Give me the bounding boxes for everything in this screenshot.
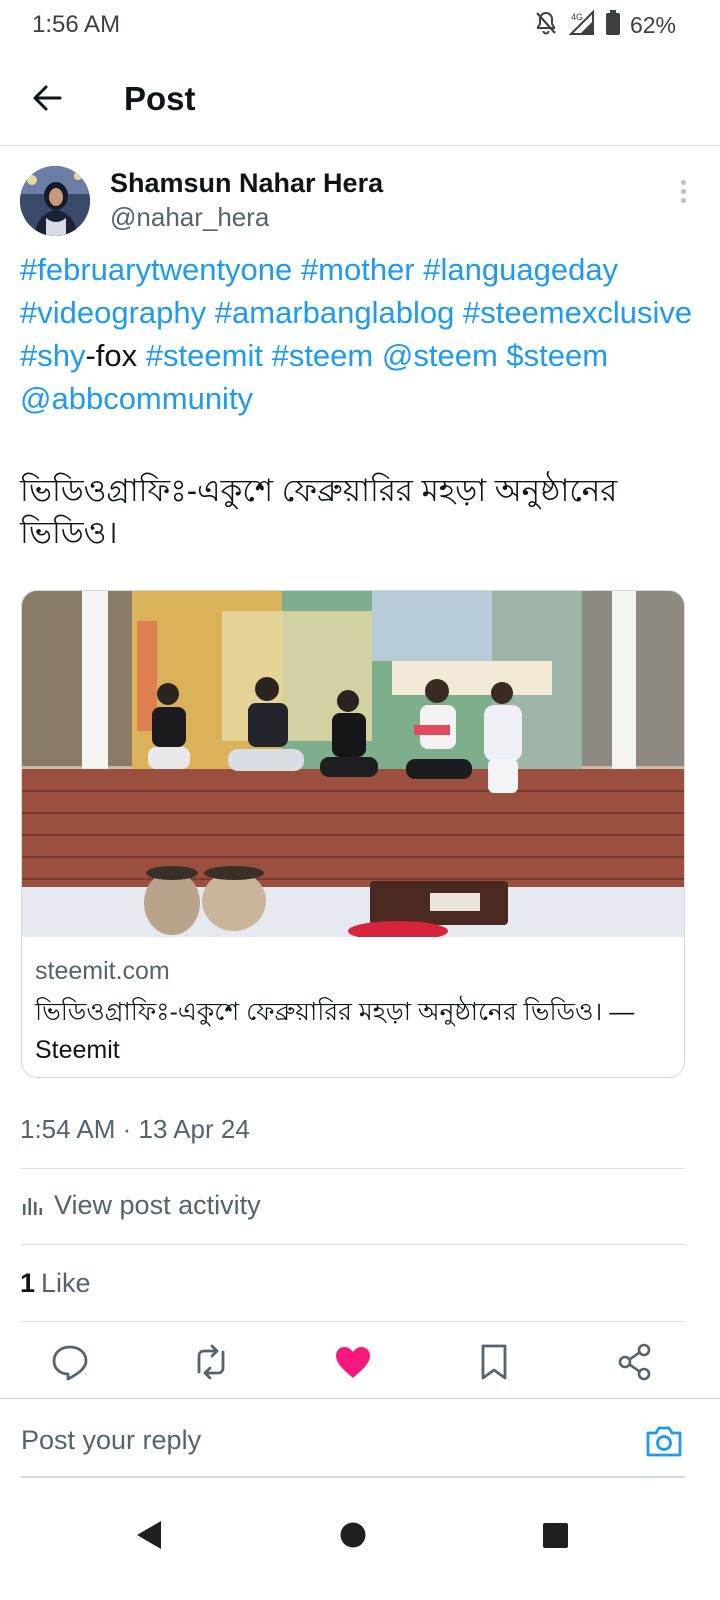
view-post-activity-button[interactable]: View post activity (20, 1190, 261, 1221)
battery-percent: 62% (629, 12, 676, 38)
post-text: #februarytwentyone #mother #languageday … (20, 248, 710, 420)
hashtag-link[interactable]: #videography (20, 295, 206, 330)
reply-composer: Post your reply (0, 1398, 720, 1478)
reply-input[interactable]: Post your reply (21, 1425, 201, 1456)
hashtag-link[interactable]: #steem (272, 338, 374, 373)
like-count-number: 1 (20, 1268, 36, 1298)
mute-icon (534, 10, 558, 41)
back-button[interactable] (28, 78, 68, 118)
top-app-bar: Post (0, 50, 720, 146)
post-actions (0, 1340, 720, 1390)
like-count-label: Like (41, 1268, 91, 1298)
reply-input-underline (21, 1476, 685, 1478)
share-icon (618, 1343, 651, 1381)
reply-icon (52, 1345, 88, 1381)
hashtag-link[interactable]: #shy (20, 338, 85, 373)
link-preview-image (22, 591, 684, 937)
divider (20, 1244, 685, 1245)
nav-back-button[interactable] (125, 1510, 175, 1560)
hashtag-link[interactable]: #mother (301, 252, 415, 287)
link-preview-card[interactable]: steemit.com ভিডিওগ্রাফিঃ-একুশে ফেব্রুয়া… (21, 590, 685, 1078)
square-recents-icon (543, 1523, 568, 1548)
more-vertical-icon (676, 180, 690, 203)
post-text-fragment: -fox (85, 338, 146, 373)
hashtag-link[interactable]: #languageday (423, 252, 618, 287)
post-text-fragment (263, 338, 272, 373)
post-text-fragment (454, 295, 463, 330)
post-timestamp[interactable]: 1:54 AM · 13 Apr 24 (20, 1114, 250, 1145)
post-text-fragment (373, 338, 382, 373)
author-handle[interactable]: @nahar_hera (110, 202, 269, 233)
link-card-title: ভিডিওগ্রাফিঃ-একুশে ফেব্রুয়ারির মহড়া অন… (35, 998, 635, 1064)
like-count[interactable]: 1 Like (20, 1268, 91, 1299)
triangle-back-icon (137, 1521, 161, 1549)
repost-icon (197, 1344, 225, 1380)
avatar[interactable] (20, 166, 90, 236)
share-button[interactable] (613, 1340, 657, 1384)
hashtag-link[interactable]: @steem (382, 338, 498, 373)
reply-button[interactable] (48, 1340, 92, 1384)
divider (20, 1168, 685, 1169)
more-options-button[interactable] (676, 180, 690, 210)
hashtag-link[interactable]: #februarytwentyone (20, 252, 292, 287)
divider (20, 1321, 685, 1322)
arrow-left-icon (33, 85, 62, 111)
post-text-fragment (206, 295, 215, 330)
author-name[interactable]: Shamsun Nahar Hera (110, 168, 383, 199)
signal-icon: 4G (568, 9, 596, 41)
status-icons: 4G 62% (534, 9, 676, 41)
post-author: Shamsun Nahar Hera @nahar_hera (20, 166, 700, 238)
post-text-fragment (292, 252, 301, 287)
system-navigation-bar (0, 1490, 720, 1600)
post-text-fragment (415, 252, 424, 287)
battery-icon (605, 10, 620, 41)
bookmark-button[interactable] (472, 1340, 516, 1384)
post-text-bengali: ভিডিওগ্রাফিঃ-একুশে ফেব্রুয়ারির মহড়া অন… (20, 473, 618, 550)
bookmark-icon (481, 1344, 507, 1380)
link-card-domain: steemit.com (35, 957, 170, 985)
page-title: Post (124, 80, 196, 117)
view-post-activity-label: View post activity (54, 1190, 261, 1220)
hashtag-link[interactable]: #steemexclusive (463, 295, 692, 330)
hashtag-link[interactable]: $steem (506, 338, 608, 373)
hashtag-link[interactable]: #amarbanglablog (215, 295, 455, 330)
analytics-icon (23, 1197, 42, 1215)
nav-recents-button[interactable] (530, 1510, 580, 1560)
camera-icon (646, 1426, 682, 1457)
svg-text:4G: 4G (571, 12, 583, 22)
camera-button[interactable] (644, 1423, 684, 1459)
repost-button[interactable] (189, 1340, 233, 1384)
like-button[interactable] (331, 1340, 375, 1384)
hashtag-link[interactable]: @abbcommunity (20, 381, 253, 416)
status-bar: 1:56 AM 4G 62% (0, 0, 720, 50)
heart-filled-icon (336, 1347, 370, 1378)
circle-home-icon (340, 1522, 366, 1548)
hashtag-link[interactable]: #steemit (146, 338, 263, 373)
nav-home-button[interactable] (328, 1510, 378, 1560)
status-time: 1:56 AM (32, 11, 121, 38)
